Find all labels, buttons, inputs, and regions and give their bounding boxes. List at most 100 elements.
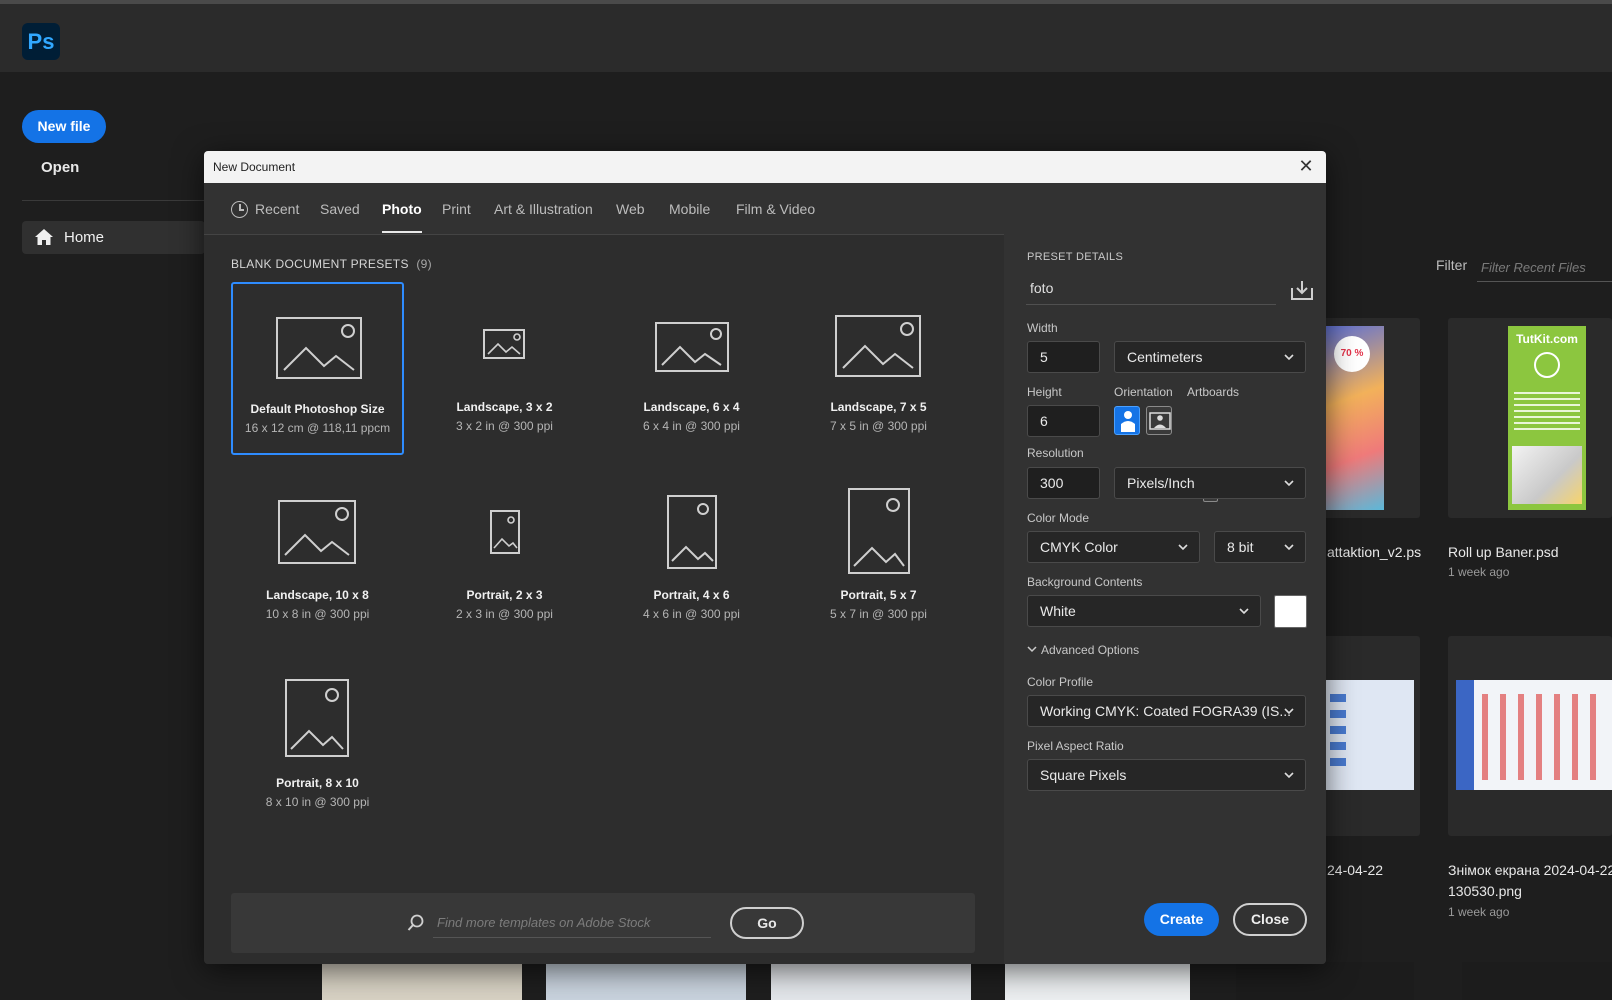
pixel-aspect-ratio-value: Square Pixels (1040, 767, 1127, 783)
recent-file-name: attaktion_v2.ps (1327, 544, 1422, 560)
background-color-swatch[interactable] (1274, 595, 1307, 628)
preset-card[interactable]: Portrait, 5 x 7 5 x 7 in @ 300 ppi (792, 470, 965, 643)
recent-file-thumbnail[interactable] (771, 962, 971, 1000)
presets-heading: BLANK DOCUMENT PRESETS (9) (231, 257, 432, 271)
filter-input[interactable]: Filter Recent Files (1477, 254, 1612, 282)
new-file-button[interactable]: New file (22, 110, 106, 143)
recent-file-thumbnail[interactable] (1005, 962, 1190, 1000)
sidebar-item-label: Home (64, 229, 105, 246)
orientation-label: Orientation (1114, 385, 1173, 399)
bit-depth-dropdown[interactable]: 8 bit (1214, 531, 1306, 563)
resolution-input[interactable]: 300 (1027, 467, 1100, 499)
resolution-unit-value: Pixels/Inch (1127, 475, 1195, 491)
dialog-title-bar: New Document ✕ (204, 151, 1326, 183)
recent-file-thumbnail (1326, 680, 1414, 790)
preset-name: Default Photoshop Size (250, 402, 385, 416)
preset-card[interactable]: Portrait, 8 x 10 8 x 10 in @ 300 ppi (231, 658, 404, 831)
preset-name: Portrait, 2 x 3 (466, 588, 543, 602)
background-contents-value: White (1040, 603, 1076, 619)
new-document-dialog: New Document ✕ Recent Saved Photo Print … (204, 151, 1326, 964)
chevron-down-icon (1284, 708, 1294, 715)
chevron-down-icon (1178, 544, 1188, 551)
tab-art-illustration[interactable]: Art & Illustration (494, 201, 593, 217)
tab-print[interactable]: Print (442, 201, 471, 217)
advanced-options-label: Advanced Options (1041, 643, 1140, 657)
preset-details-pane: PRESET DETAILS foto Width 5 Centimeters … (1004, 235, 1326, 964)
tutkit-logo-icon (1534, 352, 1560, 378)
landscape-person-icon (1149, 412, 1171, 430)
tab-photo[interactable]: Photo (382, 201, 422, 217)
portrait-image-icon (848, 488, 910, 574)
close-icon[interactable]: ✕ (1296, 156, 1316, 176)
recent-file-name-line2: 130530.png (1448, 883, 1522, 899)
preset-name: Landscape, 7 x 5 (830, 400, 927, 414)
color-profile-dropdown[interactable]: Working CMYK: Coated FOGRA39 (IS... (1027, 695, 1306, 727)
save-preset-icon[interactable] (1290, 279, 1314, 301)
recent-file-thumbnail[interactable] (1236, 962, 1414, 1000)
chevron-down-icon (1284, 480, 1294, 487)
open-button[interactable]: Open (41, 159, 79, 176)
sale-badge: 70 % (1334, 336, 1370, 372)
preset-name-input[interactable]: foto (1026, 271, 1276, 305)
preset-card[interactable]: Landscape, 10 x 8 10 x 8 in @ 300 ppi (231, 470, 404, 643)
preset-name: Landscape, 10 x 8 (266, 588, 369, 602)
close-button[interactable]: Close (1233, 903, 1307, 936)
tab-mobile[interactable]: Mobile (669, 201, 710, 217)
tab-web[interactable]: Web (616, 201, 645, 217)
recent-file-thumbnail: TutKit.com (1508, 326, 1586, 510)
preset-dimensions: 5 x 7 in @ 300 ppi (830, 607, 927, 621)
nav-divider (22, 200, 205, 201)
stock-search-bar: Find more templates on Adobe Stock Go (231, 893, 975, 953)
portrait-orientation-button[interactable] (1114, 406, 1140, 435)
chevron-down-icon (1027, 646, 1037, 653)
preset-dimensions: 16 x 12 cm @ 118,11 ppcm (244, 421, 391, 435)
preset-dimensions: 4 x 6 in @ 300 ppi (643, 607, 740, 621)
recent-file-name: Roll up Baner.psd (1448, 544, 1559, 560)
preset-card[interactable]: Portrait, 4 x 6 4 x 6 in @ 300 ppi (605, 470, 778, 643)
advanced-options-toggle[interactable]: Advanced Options (1027, 643, 1139, 657)
resolution-unit-dropdown[interactable]: Pixels/Inch (1114, 467, 1306, 499)
stock-search-input[interactable]: Find more templates on Adobe Stock (433, 906, 711, 938)
color-mode-label: Color Mode (1027, 511, 1090, 525)
preset-dimensions: 2 x 3 in @ 300 ppi (456, 607, 553, 621)
presets-count: (9) (416, 257, 432, 271)
create-button[interactable]: Create (1144, 903, 1219, 936)
preset-card[interactable]: Landscape, 7 x 5 7 x 5 in @ 300 ppi (792, 282, 965, 455)
chevron-down-icon (1284, 772, 1294, 779)
preset-name: Landscape, 6 x 4 (643, 400, 740, 414)
width-unit-dropdown[interactable]: Centimeters (1114, 341, 1306, 373)
sidebar-item-home[interactable]: Home (22, 221, 205, 254)
go-button[interactable]: Go (730, 907, 804, 939)
app-header: Ps (0, 0, 1612, 72)
pixel-aspect-ratio-label: Pixel Aspect Ratio (1027, 739, 1124, 753)
search-icon (407, 914, 424, 931)
pixel-aspect-ratio-dropdown[interactable]: Square Pixels (1027, 759, 1306, 791)
chevron-down-icon (1284, 354, 1294, 361)
recent-file-thumbnail[interactable] (1462, 962, 1612, 1000)
preset-card[interactable]: Landscape, 6 x 4 6 x 4 in @ 300 ppi (605, 282, 778, 455)
landscape-orientation-button[interactable] (1146, 406, 1172, 435)
recent-file-thumbnail[interactable] (322, 962, 522, 1000)
portrait-image-icon (285, 679, 349, 757)
recent-file-thumbnail[interactable] (546, 962, 746, 1000)
portrait-image-icon (667, 495, 717, 569)
width-input[interactable]: 5 (1027, 341, 1100, 373)
portrait-image-icon (490, 510, 520, 554)
color-profile-value: Working CMYK: Coated FOGRA39 (IS... (1040, 703, 1292, 719)
background-contents-dropdown[interactable]: White (1027, 595, 1261, 627)
photoshop-logo: Ps (22, 23, 60, 60)
preset-card[interactable]: Default Photoshop Size 16 x 12 cm @ 118,… (231, 282, 404, 455)
tab-saved[interactable]: Saved (320, 201, 360, 217)
preset-card[interactable]: Portrait, 2 x 3 2 x 3 in @ 300 ppi (418, 470, 591, 643)
tab-film-video[interactable]: Film & Video (736, 201, 815, 217)
preset-card[interactable]: Landscape, 3 x 2 3 x 2 in @ 300 ppi (418, 282, 591, 455)
color-mode-dropdown[interactable]: CMYK Color (1027, 531, 1200, 563)
preset-dimensions: 7 x 5 in @ 300 ppi (830, 419, 927, 433)
tab-recent[interactable]: Recent (255, 201, 299, 217)
color-profile-label: Color Profile (1027, 675, 1094, 689)
landscape-image-icon (655, 322, 729, 372)
active-tab-indicator (382, 231, 422, 233)
filter-label: Filter (1436, 257, 1468, 273)
height-input[interactable]: 6 (1027, 405, 1100, 437)
recent-file-name: Знімок екрана 2024-04-22 (1448, 862, 1612, 878)
